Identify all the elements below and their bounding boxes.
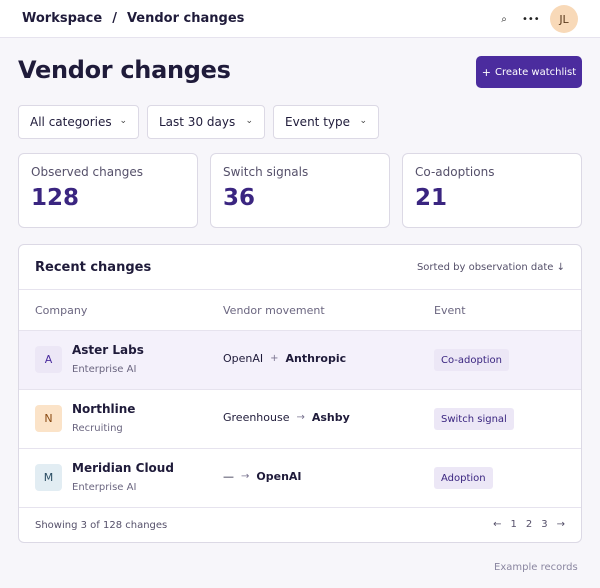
column-company: Company <box>35 304 88 317</box>
stat-switch-signals: Switch signals 36 <box>210 153 390 228</box>
avatar[interactable]: JL <box>550 5 578 33</box>
stat-label: Observed changes <box>31 165 143 179</box>
vendor-from: — <box>223 470 234 483</box>
search-icon[interactable]: ⌕ <box>498 14 510 25</box>
results-summary: Showing 3 of 128 changes <box>35 520 168 531</box>
vendor-to: Anthropic <box>285 352 347 365</box>
company-category: Recruiting <box>72 423 123 434</box>
column-event: Event <box>434 304 466 317</box>
category-filter[interactable]: All categories ⌄ <box>18 105 139 139</box>
table-footer: Showing 3 of 128 changes ← 1 2 3 → <box>19 508 581 542</box>
chevron-down-icon: ⌄ <box>119 116 127 126</box>
more-icon[interactable]: ••• <box>522 14 540 25</box>
stat-label: Switch signals <box>223 165 309 179</box>
arrow-right-icon: → <box>296 412 305 423</box>
page-2[interactable]: 2 <box>526 519 532 530</box>
page-3[interactable]: 3 <box>541 519 547 530</box>
company-name: Meridian Cloud <box>72 461 174 475</box>
vendor-to: Ashby <box>311 411 350 424</box>
date-range-filter-value: Last 30 days <box>159 115 236 129</box>
stat-co-adoptions: Co-adoptions 21 <box>402 153 582 228</box>
event-type-filter-value: Event type <box>285 115 350 129</box>
company-avatar: A <box>35 346 62 373</box>
breadcrumb: Workspace / Vendor changes <box>22 11 244 26</box>
pagination: ← 1 2 3 → <box>484 519 565 530</box>
column-vendor-movement: Vendor movement <box>223 304 325 317</box>
top-actions: ⌕ ••• JL <box>498 5 578 33</box>
breadcrumb-workspace[interactable]: Workspace <box>22 11 102 26</box>
stat-observed-changes: Observed changes 128 <box>18 153 198 228</box>
top-bar: Workspace / Vendor changes ⌕ ••• JL <box>0 0 600 38</box>
table-header: Company Vendor movement Event <box>19 290 581 331</box>
company-avatar: N <box>35 405 62 432</box>
table-row[interactable]: N Northline Recruiting Greenhouse → Ashb… <box>19 390 581 449</box>
page-1[interactable]: 1 <box>510 519 516 530</box>
event-type-filter[interactable]: Event type ⌄ <box>273 105 379 139</box>
page-title: Vendor changes <box>18 56 231 84</box>
arrow-right-icon[interactable]: → <box>557 519 565 530</box>
stat-value: 128 <box>31 185 80 211</box>
vendor-from: OpenAI <box>223 352 264 365</box>
recent-changes-card: Recent changes Sorted by observation dat… <box>18 244 582 543</box>
event-badge: Switch signal <box>434 408 514 430</box>
vendor-to: OpenAI <box>256 470 302 483</box>
card-header: Recent changes Sorted by observation dat… <box>19 245 581 290</box>
vendor-movement: Greenhouse → Ashby <box>223 411 350 424</box>
company-category: Enterprise AI <box>72 482 137 493</box>
sort-control[interactable]: Sorted by observation date ↓ <box>417 262 565 273</box>
chevron-down-icon: ⌄ <box>245 116 253 126</box>
chevron-down-icon: ⌄ <box>359 116 367 126</box>
vendor-from: Greenhouse <box>223 411 290 424</box>
event-badge: Adoption <box>434 467 493 489</box>
create-watchlist-button[interactable]: + Create watchlist <box>476 56 582 88</box>
company-category: Enterprise AI <box>72 364 137 375</box>
footnote: Example records <box>494 562 578 573</box>
stat-value: 21 <box>415 185 448 211</box>
breadcrumb-current: Vendor changes <box>126 11 245 26</box>
plus-icon: + <box>481 65 492 79</box>
vendor-movement: OpenAI + Anthropic <box>223 352 346 365</box>
company-name: Northline <box>72 402 136 416</box>
stat-label: Co-adoptions <box>415 165 495 179</box>
date-range-filter[interactable]: Last 30 days ⌄ <box>147 105 265 139</box>
category-filter-value: All categories <box>30 115 112 129</box>
breadcrumb-separator: / <box>112 11 117 26</box>
vendor-movement: — → OpenAI <box>223 470 302 483</box>
arrow-right-icon: → <box>241 471 250 482</box>
plus-icon: + <box>270 353 279 364</box>
card-title: Recent changes <box>35 259 152 275</box>
company-avatar: M <box>35 464 62 491</box>
stat-value: 36 <box>223 185 256 211</box>
event-badge: Co-adoption <box>434 349 509 371</box>
table-row[interactable]: A Aster Labs Enterprise AI OpenAI + Anth… <box>19 331 581 390</box>
company-name: Aster Labs <box>72 343 144 357</box>
create-watchlist-label: Create watchlist <box>495 66 577 78</box>
table-row[interactable]: M Meridian Cloud Enterprise AI — → OpenA… <box>19 449 581 508</box>
arrow-left-icon[interactable]: ← <box>493 519 501 530</box>
